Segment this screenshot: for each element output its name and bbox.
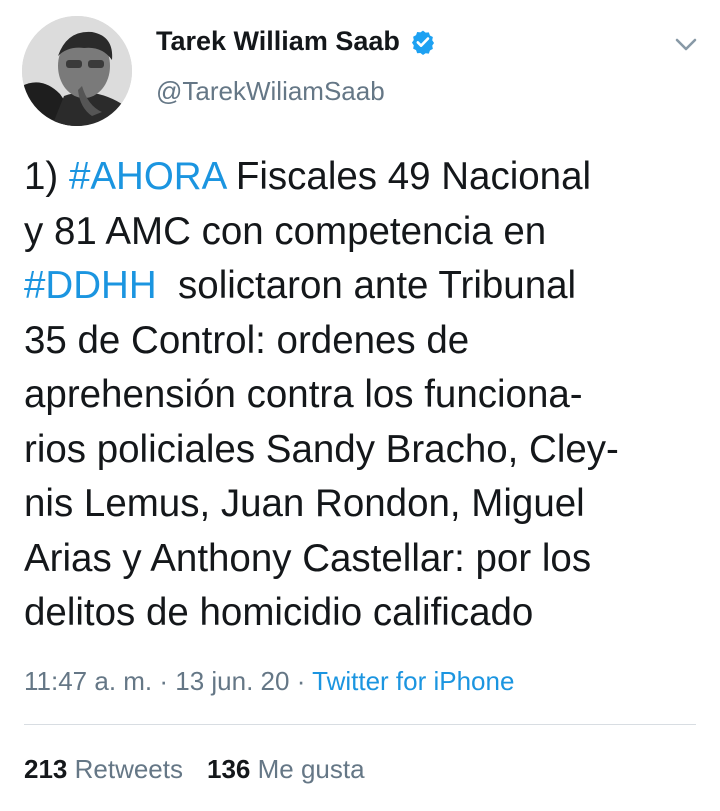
tweet-text-span: Arias y Anthony Castellar: por los bbox=[24, 536, 592, 580]
meta-separator: · bbox=[152, 666, 176, 696]
tweet-text-span: rios policiales Sandy Bracho, Cley- bbox=[24, 427, 619, 471]
tweet-line-3: #DDHH solictaron ante Tribunal bbox=[24, 259, 704, 314]
likes-label: Me gusta bbox=[250, 754, 365, 784]
tweet: Tarek William Saab @TarekWiliamSaab 1) #… bbox=[0, 0, 720, 811]
retweets-count: 213 bbox=[24, 754, 68, 784]
meta-separator: · bbox=[289, 666, 313, 696]
tweet-line-4: 35 de Control: ordenes de bbox=[24, 314, 704, 369]
tweet-text-span: delitos de homicidio calificado bbox=[24, 591, 534, 634]
tweet-line-6: rios policiales Sandy Bracho, Cley- bbox=[24, 423, 704, 478]
retweets-label: Retweets bbox=[67, 754, 183, 784]
tweet-date[interactable]: 13 jun. 20 bbox=[175, 666, 289, 696]
tweet-text: 1) #AHORA Fiscales 49 Nacional y 81 AMC … bbox=[24, 150, 704, 641]
verified-badge-icon bbox=[410, 29, 436, 55]
profile-photo bbox=[22, 16, 132, 126]
author-name-row: Tarek William Saab bbox=[156, 26, 436, 57]
tweet-line-8: Arias y Anthony Castellar: por los bbox=[24, 532, 704, 587]
likes-stat[interactable]: 136 Me gusta bbox=[207, 754, 365, 784]
tweet-line-2: y 81 AMC con competencia en bbox=[24, 205, 704, 260]
tweet-stats: 213 Retweets 136 Me gusta bbox=[24, 754, 389, 785]
tweet-line-5: aprehensión contra los funciona- bbox=[24, 368, 704, 423]
hashtag-link[interactable]: #DDHH bbox=[24, 264, 157, 307]
tweet-text-span: solictaron ante Tribunal bbox=[156, 264, 577, 307]
retweets-stat[interactable]: 213 Retweets bbox=[24, 754, 183, 784]
tweet-line-9: delitos de homicidio calificado bbox=[24, 586, 704, 641]
likes-count: 136 bbox=[207, 754, 251, 784]
hashtag-link[interactable]: #AHORA bbox=[69, 155, 225, 198]
tweet-time[interactable]: 11:47 a. m. bbox=[24, 666, 152, 696]
tweet-text-span: aprehensión contra los funciona- bbox=[24, 373, 583, 416]
avatar[interactable] bbox=[22, 16, 132, 126]
tweet-source-link[interactable]: Twitter for iPhone bbox=[312, 666, 514, 696]
tweet-text-span: 35 de Control: ordenes de bbox=[24, 318, 470, 362]
tweet-meta: 11:47 a. m. · 13 jun. 20 · Twitter for i… bbox=[24, 666, 514, 697]
tweet-text-span: 1) bbox=[24, 155, 69, 198]
author-handle[interactable]: @TarekWiliamSaab bbox=[156, 76, 385, 107]
tweet-line-7: nis Lemus, Juan Rondon, Miguel bbox=[24, 477, 704, 532]
tweet-line-1: 1) #AHORA Fiscales 49 Nacional bbox=[24, 150, 704, 205]
tweet-text-span: y 81 AMC con competencia en bbox=[24, 209, 547, 253]
divider bbox=[24, 724, 696, 725]
chevron-down-icon[interactable] bbox=[673, 34, 699, 54]
tweet-text-span: Fiscales 49 Nacional bbox=[225, 155, 592, 198]
tweet-text-span: nis Lemus, Juan Rondon, Miguel bbox=[24, 482, 585, 525]
author-name[interactable]: Tarek William Saab bbox=[156, 26, 400, 57]
